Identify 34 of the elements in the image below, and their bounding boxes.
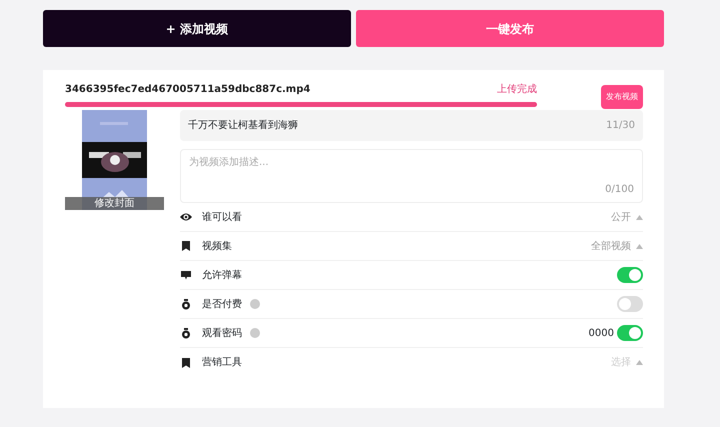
change-cover-button[interactable]: 修改封面: [65, 197, 164, 210]
caret-icon: [636, 214, 643, 220]
toggle-switch[interactable]: [617, 325, 643, 341]
bookmark-icon: [180, 356, 192, 368]
character-count: 0/100: [604, 183, 634, 197]
setting-label: 营销工具: [202, 356, 242, 370]
eye-icon: [180, 211, 192, 223]
setting-value[interactable]: 公开: [611, 210, 631, 224]
setting-label: 视频集: [202, 240, 232, 254]
add-video-button[interactable]: + 添加视频: [43, 10, 351, 47]
money-bag-icon: [180, 298, 192, 310]
caret-icon: [636, 360, 643, 365]
help-icon[interactable]: [250, 328, 260, 338]
publish-button[interactable]: 发布视频: [601, 85, 643, 109]
bookmark-icon: [180, 240, 192, 252]
help-icon[interactable]: [250, 299, 260, 309]
description-field[interactable]: 为视频添加描述... 0/100: [180, 149, 643, 203]
title-field[interactable]: 千万不要让柯基看到海狮 11/30: [180, 110, 643, 141]
title-text: 千万不要让柯基看到海狮: [188, 118, 298, 133]
caret-icon: [636, 244, 643, 248]
money-bag-icon: [180, 327, 192, 339]
setting-label: 允许弹幕: [202, 268, 242, 282]
character-count: 11/30: [606, 119, 635, 133]
password-value: 0000: [588, 326, 614, 340]
toggle-switch[interactable]: [617, 296, 643, 312]
setting-label: 是否付费: [202, 298, 242, 312]
upload-status: 上传完成: [497, 82, 537, 97]
speech-bubble-icon: [180, 269, 192, 281]
toggle-switch[interactable]: [617, 267, 643, 283]
publish-all-button[interactable]: 一键发布: [356, 10, 664, 47]
file-name: 3466395fec7ed467005711a59dbc887c.mp4: [65, 83, 310, 97]
setting-value[interactable]: 全部视频: [591, 238, 631, 254]
setting-label: 谁可以看: [202, 210, 242, 224]
setting-label: 观看密码: [202, 326, 242, 340]
